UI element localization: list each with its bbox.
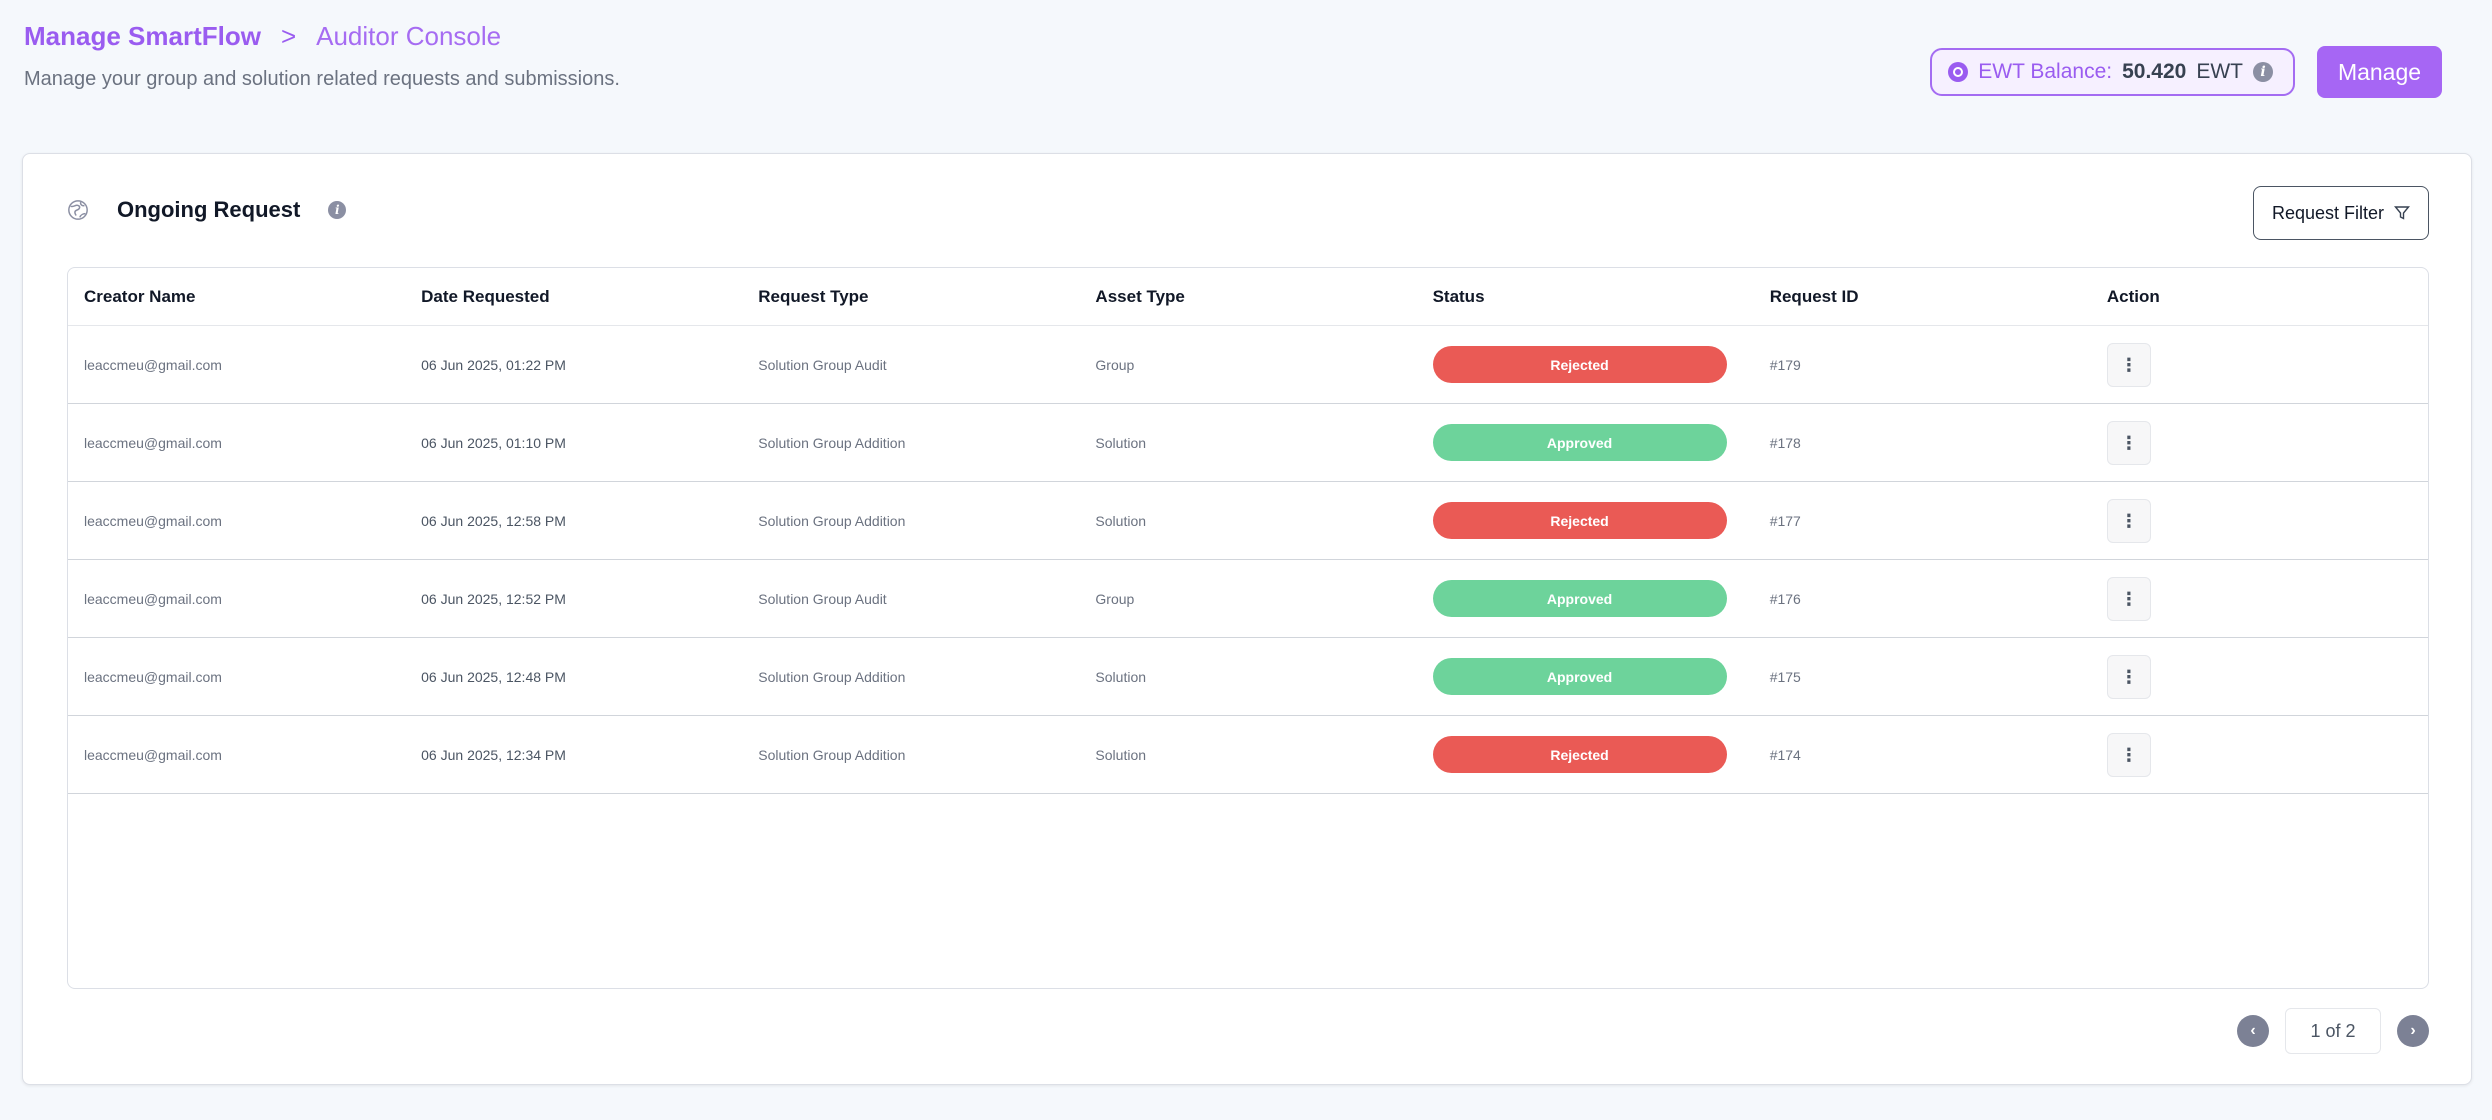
table-body: leaccmeu@gmail.com 06 Jun 2025, 01:22 PM S…	[68, 325, 2428, 794]
coin-icon	[1948, 62, 1969, 82]
status-badge: Rejected	[1432, 502, 1727, 539]
action-cell: ⋮	[2090, 637, 2428, 716]
creator-name-cell: leaccmeu@gmail.com	[68, 325, 406, 404]
asset-type-cell: Group	[1079, 325, 1417, 404]
chevron-right-icon[interactable]: ›	[2397, 1015, 2429, 1047]
status-badge: Approved	[1432, 580, 1727, 617]
status-badge: Rejected	[1432, 346, 1727, 383]
request-type-cell: Solution Group Addition	[742, 715, 1080, 794]
asset-type-cell: Solution	[1079, 481, 1417, 560]
column-header-status: Status	[1416, 268, 1754, 326]
asset-type-cell: Group	[1079, 559, 1417, 638]
asset-type-cell: Solution	[1079, 637, 1417, 716]
status-cell: Approved	[1416, 559, 1754, 638]
table-row: leaccmeu@gmail.com 06 Jun 2025, 12:48 PM S…	[68, 637, 2428, 716]
table-row: leaccmeu@gmail.com 06 Jun 2025, 12:58 PM S…	[68, 481, 2428, 560]
action-cell: ⋮	[2090, 715, 2428, 794]
more-options-button[interactable]: ⋮	[2106, 576, 2151, 621]
top-actions: EWT Balance: 50.420 EWT i Manage	[1930, 46, 2442, 98]
status-cell: Rejected	[1416, 325, 1754, 404]
action-cell: ⋮	[2090, 403, 2428, 482]
request-type-cell: Solution Group Addition	[742, 637, 1080, 716]
table-row: leaccmeu@gmail.com 06 Jun 2025, 12:34 PM S…	[68, 715, 2428, 794]
more-options-button[interactable]: ⋮	[2106, 498, 2151, 543]
balance-unit: EWT	[2196, 60, 2243, 83]
status-badge: Approved	[1432, 658, 1727, 695]
creator-name-cell: leaccmeu@gmail.com	[68, 559, 406, 638]
more-options-button[interactable]: ⋮	[2106, 654, 2151, 699]
ewt-balance-pill: EWT Balance: 50.420 EWT i	[1930, 48, 2295, 96]
request-id-cell: #175	[1753, 637, 2091, 716]
status-cell: Rejected	[1416, 481, 1754, 560]
request-filter-button[interactable]: Request Filter	[2253, 186, 2429, 240]
more-options-button[interactable]: ⋮	[2106, 732, 2151, 777]
action-cell: ⋮	[2090, 559, 2428, 638]
breadcrumb-root[interactable]: Manage SmartFlow	[24, 20, 261, 52]
request-type-cell: Solution Group Audit	[742, 325, 1080, 404]
creator-name-cell: leaccmeu@gmail.com	[68, 481, 406, 560]
asset-type-cell: Solution	[1079, 715, 1417, 794]
column-header-action: Action	[2090, 268, 2428, 326]
status-cell: Rejected	[1416, 715, 1754, 794]
asset-type-cell: Solution	[1079, 403, 1417, 482]
status-cell: Approved	[1416, 637, 1754, 716]
balance-value: 50.420	[2122, 60, 2187, 83]
date-requested-cell: 06 Jun 2025, 12:52 PM	[405, 559, 743, 638]
request-id-cell: #174	[1753, 715, 2091, 794]
ongoing-request-card: Ongoing Request i Request Filter Creator…	[22, 153, 2472, 1085]
action-cell: ⋮	[2090, 481, 2428, 560]
date-requested-cell: 06 Jun 2025, 12:34 PM	[405, 715, 743, 794]
date-requested-cell: 06 Jun 2025, 01:10 PM	[405, 403, 743, 482]
column-header-asset-type: Asset Type	[1079, 268, 1417, 326]
page-subtitle: Manage your group and solution related r…	[24, 68, 620, 90]
request-type-cell: Solution Group Audit	[742, 559, 1080, 638]
request-id-cell: #176	[1753, 559, 2091, 638]
date-requested-cell: 06 Jun 2025, 01:22 PM	[405, 325, 743, 404]
balance-label: EWT Balance:	[1978, 60, 2113, 83]
date-requested-cell: 06 Jun 2025, 12:48 PM	[405, 637, 743, 716]
request-id-cell: #178	[1753, 403, 2091, 482]
request-id-cell: #177	[1753, 481, 2091, 560]
date-requested-cell: 06 Jun 2025, 12:58 PM	[405, 481, 743, 560]
creator-name-cell: leaccmeu@gmail.com	[68, 403, 406, 482]
request-type-cell: Solution Group Addition	[742, 403, 1080, 482]
column-header-request-type: Request Type	[742, 268, 1080, 326]
filter-icon	[2394, 206, 2411, 220]
table-row: leaccmeu@gmail.com 06 Jun 2025, 01:22 PM S…	[68, 325, 2428, 404]
info-icon[interactable]: i	[328, 201, 347, 219]
globe-icon	[68, 200, 88, 220]
request-type-cell: Solution Group Addition	[742, 481, 1080, 560]
requests-table: Creator Name Date Requested Request Type…	[68, 268, 2428, 794]
card-title: Ongoing Request	[117, 197, 301, 222]
request-id-cell: #179	[1753, 325, 2091, 404]
info-icon[interactable]: i	[2253, 62, 2273, 82]
table-header-row: Creator Name Date Requested Request Type…	[68, 268, 2428, 326]
status-badge: Rejected	[1432, 736, 1727, 773]
breadcrumb-current: Auditor Console	[316, 21, 502, 51]
status-cell: Approved	[1416, 403, 1754, 482]
chevron-left-icon[interactable]: ‹	[2237, 1015, 2269, 1047]
column-header-creator-name: Creator Name	[68, 268, 406, 326]
creator-name-cell: leaccmeu@gmail.com	[68, 637, 406, 716]
table-row: leaccmeu@gmail.com 06 Jun 2025, 01:10 PM S…	[68, 403, 2428, 482]
status-badge: Approved	[1432, 424, 1727, 461]
pagination: ‹ 1 of 2 ›	[2237, 1008, 2429, 1054]
table-row: leaccmeu@gmail.com 06 Jun 2025, 12:52 PM S…	[68, 559, 2428, 638]
card-header: Ongoing Request i	[67, 188, 347, 232]
creator-name-cell: leaccmeu@gmail.com	[68, 715, 406, 794]
manage-button[interactable]: Manage	[2317, 46, 2442, 98]
more-options-button[interactable]: ⋮	[2106, 342, 2151, 387]
page-header: Manage SmartFlow > Auditor Console Manag…	[24, 20, 620, 92]
page-indicator: 1 of 2	[2285, 1008, 2381, 1054]
column-header-request-id: Request ID	[1753, 268, 2091, 326]
action-cell: ⋮	[2090, 325, 2428, 404]
column-header-date-requested: Date Requested	[405, 268, 743, 326]
breadcrumb-separator: >	[280, 21, 297, 51]
request-filter-label: Request Filter	[2271, 202, 2385, 223]
more-options-button[interactable]: ⋮	[2106, 420, 2151, 465]
requests-table-container: Creator Name Date Requested Request Type…	[67, 267, 2429, 989]
breadcrumb: Manage SmartFlow > Auditor Console	[24, 20, 620, 52]
